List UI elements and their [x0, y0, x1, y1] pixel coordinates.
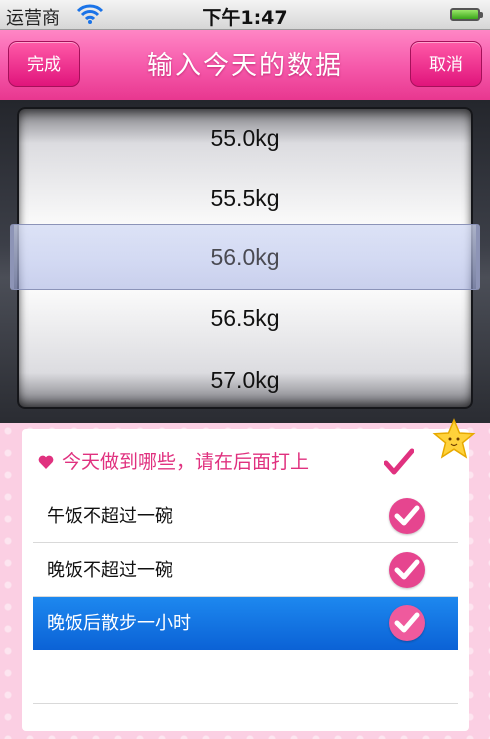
picker-option[interactable]: 55.0kg: [17, 107, 473, 169]
checklist-item[interactable]: 晚饭不超过一碗: [33, 544, 458, 597]
status-bar: 运营商 下午1:47: [0, 0, 490, 30]
checklist-header: 今天做到哪些，请在后面打上: [38, 446, 438, 478]
star-icon: [432, 418, 476, 459]
checklist-item-label: 晚饭后散步一小时: [47, 613, 191, 634]
battery-icon: [450, 8, 483, 21]
nav-bar: 完成 输入今天的数据 取消: [0, 30, 490, 101]
picker-option[interactable]: 56.5kg: [17, 287, 473, 349]
cancel-button[interactable]: 取消: [410, 41, 482, 87]
picker-option[interactable]: 57.0kg: [17, 349, 473, 409]
picker-option[interactable]: 55.5kg: [17, 167, 473, 229]
checklist-item-selected[interactable]: 晚饭后散步一小时: [33, 597, 458, 650]
checklist-header-text: 今天做到哪些，请在后面打上: [62, 451, 310, 473]
check-mark-icon: [384, 448, 414, 475]
checkmark-icon[interactable]: [389, 498, 425, 534]
status-time: 下午1:47: [202, 7, 288, 29]
checklist-item-label: 午饭不超过一碗: [47, 506, 173, 527]
checklist-item-label: 晚饭不超过一碗: [47, 560, 173, 581]
checklist-empty-row: [33, 651, 458, 704]
picker-selected-value[interactable]: 56.0kg: [10, 224, 480, 290]
checklist-item[interactable]: 午饭不超过一碗: [33, 490, 458, 543]
checkmark-icon[interactable]: [389, 605, 425, 641]
checkmark-icon[interactable]: [389, 552, 425, 588]
heart-icon: [38, 455, 54, 469]
